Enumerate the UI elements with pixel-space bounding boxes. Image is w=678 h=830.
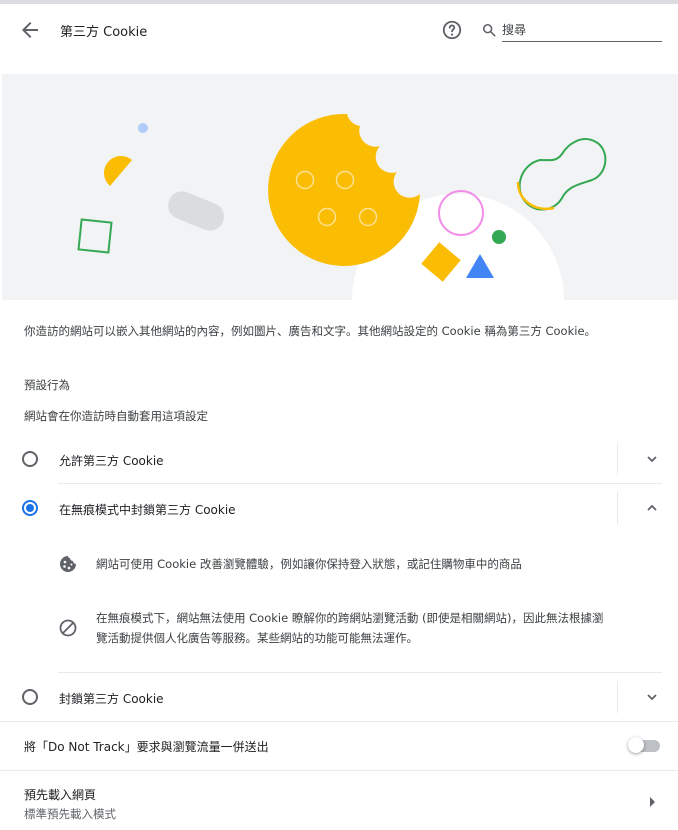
radio-label: 允許第三方 Cookie <box>59 454 164 468</box>
preload-title: 預先載入網頁 <box>24 788 97 802</box>
radio-button[interactable] <box>22 451 38 467</box>
default-behavior-subtitle: 網站會在你造訪時自動套用這項設定 <box>24 409 208 423</box>
do-not-track-toggle[interactable] <box>628 737 660 753</box>
page-title: 第三方 Cookie <box>60 25 148 40</box>
do-not-track-label: 將「Do Not Track」要求與瀏覽流量一併送出 <box>24 740 269 754</box>
arrow-right-icon <box>650 797 655 807</box>
radio-button[interactable] <box>22 689 38 705</box>
detail-text-block-line2: 覽活動提供個人化廣告等服務。某些網站的功能可能無法運作。 <box>96 631 418 645</box>
divider <box>617 443 618 475</box>
divider <box>0 721 678 722</box>
preload-subtitle: 標準預先載入模式 <box>24 807 116 821</box>
cookie-illustration <box>2 74 678 300</box>
block-icon <box>59 619 77 637</box>
radio-button-selected[interactable] <box>22 500 38 516</box>
chevron-up-icon[interactable] <box>644 500 660 516</box>
cookie-illustration-graphic <box>77 113 607 300</box>
radio-option-block[interactable]: 封鎖第三方 Cookie <box>0 673 678 721</box>
divider <box>617 492 618 524</box>
default-behavior-title: 預設行為 <box>24 378 70 392</box>
radio-label: 在無痕模式中封鎖第三方 Cookie <box>59 503 236 517</box>
arrow-left-icon[interactable] <box>18 18 42 42</box>
radio-label: 封鎖第三方 Cookie <box>59 692 164 706</box>
help-circle-icon[interactable] <box>441 19 463 41</box>
search-input[interactable] <box>502 18 662 42</box>
page-header: 第三方 Cookie <box>0 4 678 56</box>
radio-option-allow[interactable]: 允許第三方 Cookie <box>0 435 678 483</box>
preload-pages-row[interactable]: 預先載入網頁 標準預先載入模式 <box>0 772 678 830</box>
divider <box>0 770 678 771</box>
detail-text-cookie: 網站可使用 Cookie 改善瀏覽體驗，例如讓你保持登入狀態，或記住購物車中的商… <box>96 557 522 571</box>
cookie-icon <box>60 556 76 572</box>
description-text: 你造訪的網站可以嵌入其他網站的內容，例如圖片、廣告和文字。其他網站設定的 Coo… <box>24 324 597 338</box>
divider <box>617 681 618 713</box>
detail-text-block-line1: 在無痕模式下，網站無法使用 Cookie 瞭解你的跨網站瀏覽活動 (即使是相關網… <box>96 611 604 625</box>
chevron-down-icon[interactable] <box>644 689 660 705</box>
chevron-down-icon[interactable] <box>644 451 660 467</box>
toggle-knob <box>628 737 644 753</box>
radio-option-block-incognito[interactable]: 在無痕模式中封鎖第三方 Cookie <box>0 484 678 532</box>
search-icon <box>482 23 496 37</box>
